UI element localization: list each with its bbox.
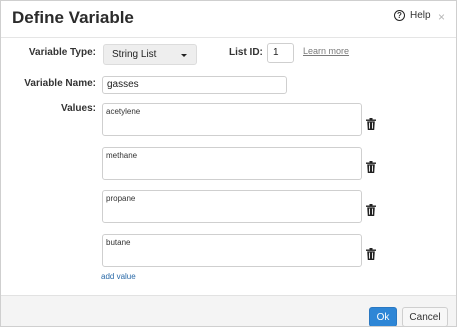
- cancel-button[interactable]: Cancel: [402, 307, 448, 326]
- trash-icon[interactable]: [366, 161, 376, 173]
- question-circle-icon: ?: [394, 10, 405, 21]
- add-value-link[interactable]: add value: [101, 272, 136, 281]
- list-id-label: List ID:: [229, 47, 263, 58]
- value-textarea[interactable]: acetylene: [102, 103, 362, 136]
- value-textarea[interactable]: butane: [102, 234, 362, 267]
- variable-type-label: Variable Type:: [28, 47, 96, 58]
- trash-icon[interactable]: [366, 204, 376, 216]
- value-textarea[interactable]: methane: [102, 147, 362, 180]
- variable-name-input[interactable]: gasses: [102, 76, 287, 94]
- trash-icon[interactable]: [366, 118, 376, 130]
- values-label: Values:: [60, 103, 96, 114]
- help-label: Help: [410, 10, 431, 21]
- variable-name-label: Variable Name:: [24, 78, 96, 89]
- list-id-input[interactable]: 1: [267, 43, 294, 63]
- close-icon[interactable]: ×: [438, 10, 445, 24]
- help-link[interactable]: ? Help: [394, 10, 431, 21]
- caret-down-icon: [181, 54, 187, 57]
- value-textarea[interactable]: propane: [102, 190, 362, 223]
- dialog-header: Define Variable ? Help ×: [1, 1, 456, 38]
- ok-button[interactable]: Ok: [369, 307, 397, 326]
- define-variable-dialog: Define Variable ? Help × Variable Type: …: [0, 0, 457, 327]
- variable-type-value: String List: [112, 49, 157, 60]
- trash-icon[interactable]: [366, 248, 376, 260]
- variable-type-select[interactable]: String List: [103, 44, 197, 65]
- learn-more-link[interactable]: Learn more: [303, 46, 349, 56]
- dialog-title: Define Variable: [12, 8, 134, 27]
